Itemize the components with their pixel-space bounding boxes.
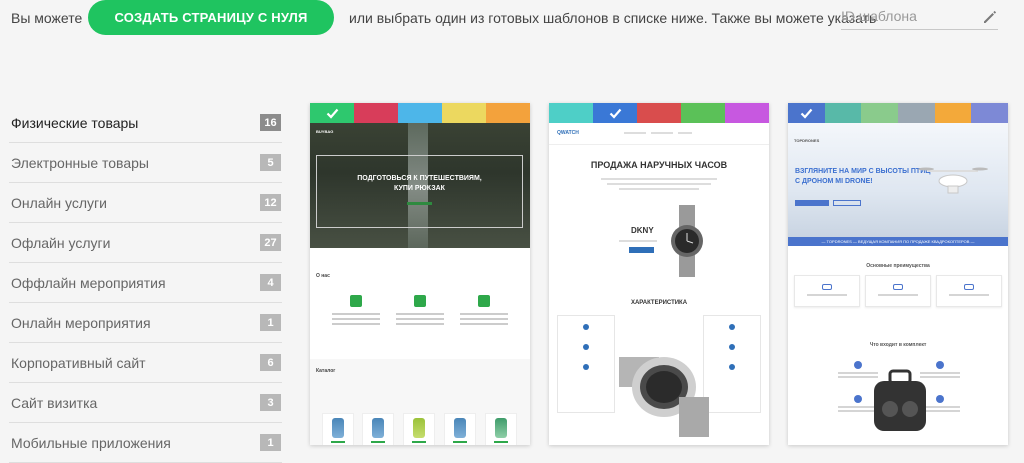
category-label: Офлайн услуги: [11, 234, 111, 251]
color-swatch[interactable]: [593, 103, 637, 123]
template-card-watches[interactable]: QWATCH ПРОДАЖА НАРУЧНЫХ ЧАСОВ DKNY ХАРАК…: [549, 103, 769, 445]
color-swatch[interactable]: [310, 103, 354, 123]
category-item[interactable]: Онлайн услуги 12: [9, 183, 282, 223]
category-item[interactable]: Оффлайн мероприятия 4: [9, 263, 282, 303]
template-card-backpacks[interactable]: BUYBAG ПОДГОТОВЬСЯ К ПУТЕШЕСТВИЯМ, КУПИ …: [310, 103, 530, 445]
color-swatch[interactable]: [354, 103, 398, 123]
category-label: Корпоративный сайт: [11, 354, 146, 371]
category-label: Оффлайн мероприятия: [11, 274, 166, 291]
template-preview: TOPDRONES ВЗГЛЯНИТЕ НА МИР С ВЫСОТЫ ПТИЦ…: [788, 123, 1008, 445]
color-swatch[interactable]: [725, 103, 769, 123]
preview-advantages-title: Основные преимущества: [866, 263, 930, 269]
color-swatch[interactable]: [971, 103, 1008, 123]
color-swatches: [549, 103, 769, 123]
category-count-badge: 1: [260, 434, 281, 451]
color-swatch[interactable]: [681, 103, 725, 123]
color-swatch[interactable]: [788, 103, 825, 123]
category-item[interactable]: Офлайн услуги 27: [9, 223, 282, 263]
preview-kit-title: Что входит в комплект: [869, 342, 927, 348]
category-item[interactable]: Физические товары 16: [9, 103, 282, 143]
color-swatches: [788, 103, 1008, 123]
preview-catalog-label: Каталог: [316, 368, 336, 374]
category-label: Мобильные приложения: [11, 434, 171, 451]
template-preview: QWATCH ПРОДАЖА НАРУЧНЫХ ЧАСОВ DKNY ХАРАК…: [549, 123, 769, 445]
category-count-badge: 12: [260, 194, 281, 211]
preview-logo: TOPDRONES: [794, 138, 820, 143]
preview-hero-line-2: С ДРОНОМ MI DRONE!: [795, 178, 873, 185]
category-label: Физические товары: [11, 114, 139, 131]
preview-title: ПРОДАЖА НАРУЧНЫХ ЧАСОВ: [590, 160, 728, 170]
category-count-badge: 4: [260, 274, 281, 291]
color-swatch[interactable]: [442, 103, 486, 123]
category-count-badge: 27: [260, 234, 281, 251]
preview-about-label: О нас: [316, 273, 330, 279]
category-count-badge: 6: [260, 354, 281, 371]
template-preview: BUYBAG ПОДГОТОВЬСЯ К ПУТЕШЕСТВИЯМ, КУПИ …: [310, 123, 530, 445]
category-item[interactable]: Мобильные приложения 1: [9, 423, 282, 463]
create-page-button[interactable]: СОЗДАТЬ СТРАНИЦУ С НУЛЯ: [88, 0, 334, 35]
category-count-badge: 16: [260, 114, 281, 131]
category-label: Электронные товары: [11, 154, 149, 171]
template-card-drones[interactable]: TOPDRONES ВЗГЛЯНИТЕ НА МИР С ВЫСОТЫ ПТИЦ…: [788, 103, 1008, 445]
color-swatch[interactable]: [824, 103, 862, 123]
preview-hero-title-2: КУПИ РЮКЗАК: [394, 185, 445, 192]
category-label: Онлайн услуги: [11, 194, 107, 211]
checkmark-icon: [326, 108, 338, 119]
category-label: Онлайн мероприятия: [11, 314, 151, 331]
instruction-text: или выбрать один из готовых шаблонов в с…: [349, 10, 877, 26]
category-item[interactable]: Сайт визитка 3: [9, 383, 282, 423]
color-swatch[interactable]: [861, 103, 899, 123]
color-swatch[interactable]: [637, 103, 681, 123]
preview-section-title: ХАРАКТЕРИСТИКА: [630, 300, 688, 306]
category-count-badge: 3: [260, 394, 281, 411]
checkmark-icon: [800, 108, 813, 119]
category-item[interactable]: Электронные товары 5: [9, 143, 282, 183]
color-swatch[interactable]: [486, 103, 530, 123]
preview-logo: BUYBAG: [316, 129, 334, 134]
color-swatch[interactable]: [549, 103, 593, 123]
top-bar: Вы можете СОЗДАТЬ СТРАНИЦУ С НУЛЯ или вы…: [0, 0, 1024, 40]
checkmark-icon: [609, 108, 621, 119]
template-id-input[interactable]: [841, 2, 998, 30]
category-count-badge: 1: [260, 314, 281, 331]
preview-hero-line-1: ВЗГЛЯНИТЕ НА МИР С ВЫСОТЫ ПТИЦ: [795, 168, 931, 175]
category-count-badge: 5: [260, 154, 281, 171]
category-sidebar: Физические товары 16 Электронные товары 5 Он…: [9, 103, 282, 463]
color-swatch[interactable]: [898, 103, 935, 123]
preview-banner: — TOPDRONES — ВЕДУЩАЯ КОМПАНИЯ ПО ПРОДАЖ…: [788, 237, 1008, 246]
pencil-icon[interactable]: [982, 9, 998, 25]
category-label: Сайт визитка: [11, 394, 98, 411]
color-swatch[interactable]: [934, 103, 972, 123]
category-item[interactable]: Онлайн мероприятия 1: [9, 303, 282, 343]
category-item[interactable]: Корпоративный сайт 6: [9, 343, 282, 383]
color-swatch[interactable]: [398, 103, 442, 123]
preview-logo: QWATCH: [557, 130, 579, 136]
intro-text: Вы можете: [11, 10, 83, 26]
color-swatches: [310, 103, 530, 123]
preview-brand: DKNY: [631, 226, 654, 235]
preview-hero-title-1: ПОДГОТОВЬСЯ К ПУТЕШЕСТВИЯМ,: [357, 175, 482, 182]
